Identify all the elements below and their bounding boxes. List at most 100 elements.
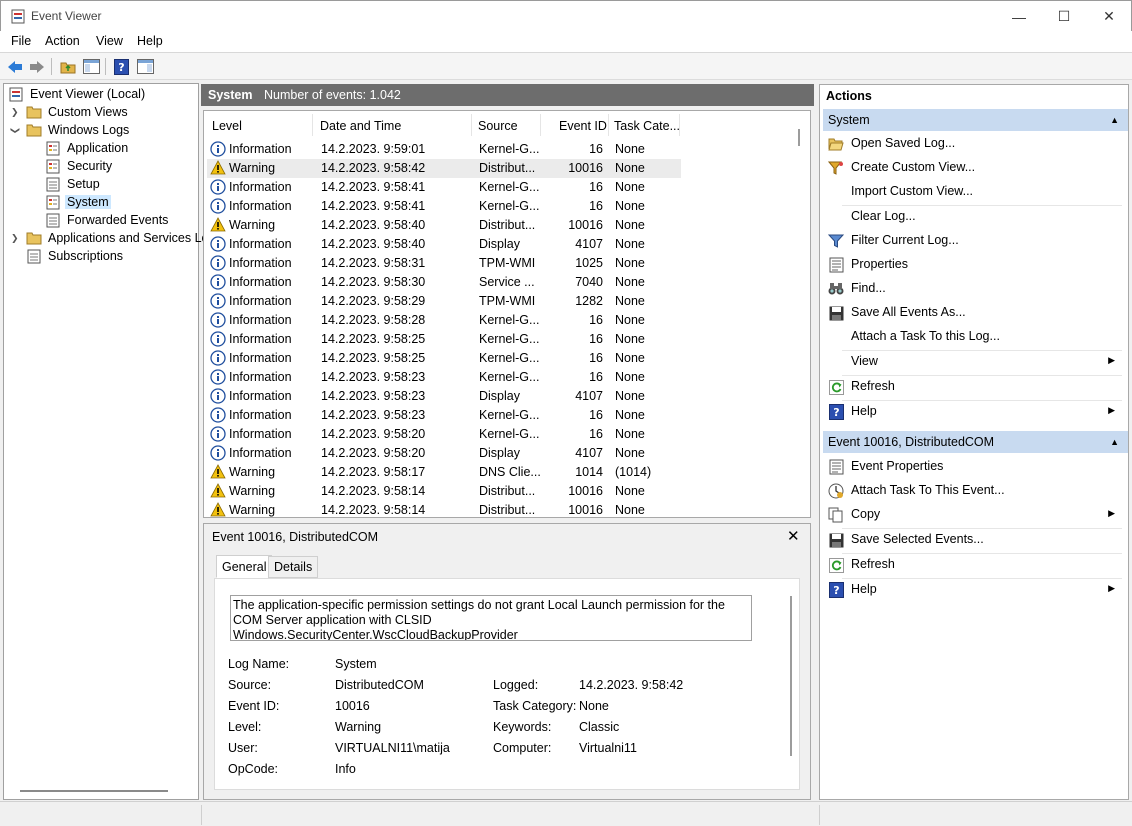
chevron-right-icon[interactable]: ❯ xyxy=(11,107,19,118)
action-refresh[interactable]: Refresh xyxy=(823,553,1125,577)
tree-item-security[interactable]: Security xyxy=(45,157,114,175)
action-open-saved-log[interactable]: Open Saved Log... xyxy=(823,132,1125,156)
column-divider[interactable] xyxy=(679,114,680,136)
menu-action[interactable]: Action xyxy=(45,34,80,48)
action-label: Create Custom View... xyxy=(851,160,976,174)
event-date: 14.2.2023. 9:59:01 xyxy=(321,142,426,156)
detail-vertical-scrollbar[interactable] xyxy=(790,596,792,756)
actions-pane: Actions System ▲ Open Saved Log... Create… xyxy=(819,84,1129,800)
action-help[interactable]: ? Help ▶ xyxy=(823,578,1125,602)
event-source: Kernel-G... xyxy=(479,408,540,422)
tree-item-label: Application xyxy=(67,141,129,155)
action-import-custom-view[interactable]: Import Custom View... xyxy=(823,180,1125,204)
event-row[interactable]: Information 14.2.2023. 9:58:20 Kernel-G...… xyxy=(207,425,681,444)
maximize-button[interactable]: ☐ xyxy=(1041,1,1087,32)
event-row[interactable]: Warning 14.2.2023. 9:58:17 DNS Clie... 1014… xyxy=(207,463,681,482)
action-attach-a-task-to-this-log[interactable]: Attach a Task To this Log... xyxy=(823,325,1125,349)
tree-item-forwarded-events[interactable]: Forwarded Events xyxy=(45,211,170,229)
action-find[interactable]: Find... xyxy=(823,277,1125,301)
tree-item-setup[interactable]: Setup xyxy=(45,175,102,193)
event-row[interactable]: Information 14.2.2023. 9:58:31 TPM-WMI 1025… xyxy=(207,254,681,273)
general-tab-body: The application-specific permission sett… xyxy=(214,578,800,790)
action-label: Open Saved Log... xyxy=(851,136,956,150)
action-attach-task-to-this-event[interactable]: Attach Task To This Event... xyxy=(823,479,1125,503)
tab-details[interactable]: Details xyxy=(268,556,319,578)
event-row[interactable]: Information 14.2.2023. 9:58:40 Display 4107… xyxy=(207,235,681,254)
collapse-up-icon[interactable]: ▲ xyxy=(1110,115,1119,125)
action-event-properties[interactable]: Event Properties xyxy=(823,455,1125,479)
info-icon xyxy=(210,236,226,252)
action-clear-log[interactable]: Clear Log... xyxy=(823,205,1125,229)
tree-item-custom-views[interactable]: Custom Views xyxy=(26,103,130,121)
close-icon[interactable]: ✕ xyxy=(787,527,800,545)
event-row[interactable]: Warning 14.2.2023. 9:58:14 Distribut... 100… xyxy=(207,482,681,501)
up-folder-icon[interactable] xyxy=(58,57,77,76)
tree-item-system[interactable]: System xyxy=(45,193,111,211)
action-save-selected-events[interactable]: Save Selected Events... xyxy=(823,528,1125,552)
chevron-right-icon[interactable]: ❯ xyxy=(11,233,19,244)
action-properties[interactable]: Properties xyxy=(823,253,1125,277)
tree-horizontal-scrollbar[interactable] xyxy=(20,790,168,792)
forward-arrow-icon[interactable] xyxy=(27,57,46,76)
tree-item-event-viewer-local[interactable]: Event Viewer (Local) xyxy=(8,85,147,103)
event-row[interactable]: Warning 14.2.2023. 9:58:42 Distribut... 100… xyxy=(207,159,681,178)
chevron-down-icon[interactable]: ❯ xyxy=(9,127,20,135)
event-id: 1282 xyxy=(575,294,603,308)
event-row[interactable]: Information 14.2.2023. 9:58:25 Kernel-G...… xyxy=(207,349,681,368)
column-divider[interactable] xyxy=(608,114,609,136)
event-date: 14.2.2023. 9:58:42 xyxy=(321,161,426,175)
event-row[interactable]: Information 14.2.2023. 9:59:01 Kernel-G...… xyxy=(207,140,681,159)
tree-item-windows-logs[interactable]: Windows Logs xyxy=(26,121,131,139)
event-row[interactable]: Warning 14.2.2023. 9:58:40 Distribut... 100… xyxy=(207,216,681,235)
event-row[interactable]: Information 14.2.2023. 9:58:41 Kernel-G...… xyxy=(207,178,681,197)
action-view[interactable]: View ▶ xyxy=(823,350,1125,374)
column-header-level[interactable]: Level xyxy=(212,115,242,137)
help-icon[interactable]: ? xyxy=(112,57,131,76)
tree-item-applications-services[interactable]: Applications and Services Lo xyxy=(26,229,211,247)
action-save-all-events-as[interactable]: Save All Events As... xyxy=(823,301,1125,325)
event-source: TPM-WMI xyxy=(479,256,536,270)
events-vertical-scrollbar[interactable] xyxy=(798,129,800,146)
event-row[interactable]: Information 14.2.2023. 9:58:20 Display 4107… xyxy=(207,444,681,463)
column-divider[interactable] xyxy=(312,114,313,136)
event-description[interactable]: The application-specific permission sett… xyxy=(230,595,752,641)
column-header-date[interactable]: Date and Time xyxy=(320,115,401,137)
show-hide-tree-icon[interactable] xyxy=(82,57,101,76)
event-row[interactable]: Information 14.2.2023. 9:58:23 Kernel-G...… xyxy=(207,406,681,425)
action-copy[interactable]: Copy ▶ xyxy=(823,503,1125,527)
level-label: Level: xyxy=(228,720,262,734)
menu-view[interactable]: View xyxy=(96,34,123,48)
column-divider[interactable] xyxy=(540,114,541,136)
action-refresh[interactable]: Refresh xyxy=(823,375,1125,399)
actions-section-system[interactable]: System ▲ xyxy=(823,109,1128,131)
event-row[interactable]: Information 14.2.2023. 9:58:23 Display 4107… xyxy=(207,387,681,406)
column-header-event-id[interactable]: Event ID xyxy=(559,115,607,137)
event-row[interactable]: Information 14.2.2023. 9:58:29 TPM-WMI 1282… xyxy=(207,292,681,311)
event-row[interactable]: Information 14.2.2023. 9:58:25 Kernel-G...… xyxy=(207,330,681,349)
tree-item-subscriptions[interactable]: Subscriptions xyxy=(26,247,125,265)
event-row[interactable]: Information 14.2.2023. 9:58:28 Kernel-G...… xyxy=(207,311,681,330)
column-header-task-category[interactable]: Task Cate... xyxy=(614,115,680,137)
event-row[interactable]: Information 14.2.2023. 9:58:30 Service ...… xyxy=(207,273,681,292)
menu-file[interactable]: File xyxy=(11,34,31,48)
column-header-source[interactable]: Source xyxy=(478,115,518,137)
tab-general[interactable]: General xyxy=(216,555,273,578)
action-filter-current-log[interactable]: Filter Current Log... xyxy=(823,229,1125,253)
event-row[interactable]: Information 14.2.2023. 9:58:23 Kernel-G...… xyxy=(207,368,681,387)
svg-text:?: ? xyxy=(118,61,124,74)
back-arrow-icon[interactable] xyxy=(5,57,24,76)
collapse-up-icon[interactable]: ▲ xyxy=(1110,437,1119,447)
action-help[interactable]: ? Help ▶ xyxy=(823,400,1125,424)
event-row[interactable]: Information 14.2.2023. 9:58:41 Kernel-G...… xyxy=(207,197,681,216)
show-hide-action-pane-icon[interactable] xyxy=(136,57,155,76)
minimize-button[interactable]: — xyxy=(996,1,1042,32)
tree-item-application[interactable]: Application xyxy=(45,139,130,157)
properties-icon xyxy=(828,257,844,273)
column-divider[interactable] xyxy=(471,114,472,136)
menu-help[interactable]: Help xyxy=(137,34,163,48)
close-button[interactable]: ✕ xyxy=(1086,1,1132,32)
event-row[interactable]: Warning 14.2.2023. 9:58:14 Distribut... 100… xyxy=(207,501,681,517)
actions-section-event[interactable]: Event 10016, DistributedCOM ▲ xyxy=(823,431,1128,453)
action-create-custom-view[interactable]: Create Custom View... xyxy=(823,156,1125,180)
log-icon xyxy=(45,194,61,210)
